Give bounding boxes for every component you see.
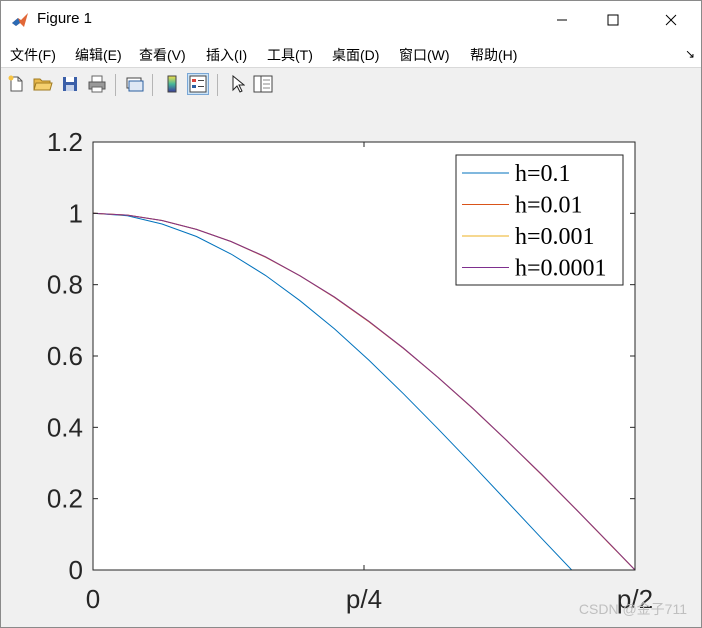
legend[interactable]: h=0.1 h=0.01 h=0.001 h=0.0001: [455, 154, 624, 286]
new-figure-button[interactable]: [5, 73, 27, 95]
close-icon: [665, 14, 677, 26]
menu-help[interactable]: 帮助(H): [470, 45, 517, 65]
y-tick-label: 0: [69, 555, 83, 585]
legend-label: h=0.1: [515, 161, 571, 187]
property-editor-icon: [253, 75, 273, 93]
link-plot-button[interactable]: [124, 73, 146, 95]
print-icon: [88, 75, 106, 93]
menu-view[interactable]: 查看(V): [139, 45, 186, 65]
menu-bar: 文件(F) 编辑(E) 查看(V) 插入(I) 工具(T) 桌面(D) 窗口(W…: [1, 39, 701, 67]
open-file-button[interactable]: [32, 73, 54, 95]
property-editor-button[interactable]: [252, 73, 274, 95]
open-file-icon: [33, 78, 53, 91]
pointer-button[interactable]: [226, 73, 248, 95]
toolbar-separator: [152, 74, 153, 96]
new-figure-icon: [8, 75, 23, 92]
save-icon: [63, 77, 77, 91]
legend-button[interactable]: [187, 73, 209, 95]
y-tick-label: 0.4: [47, 412, 83, 442]
title-bar[interactable]: Figure 1: [1, 1, 701, 39]
legend-icon: [189, 75, 207, 93]
print-button[interactable]: [86, 73, 108, 95]
figure-window: Figure 1 文件(F) 编辑(E) 查看(V) 插入(I) 工具(T) 桌…: [0, 0, 702, 628]
pointer-icon: [232, 75, 245, 93]
menu-tools[interactable]: 工具(T): [267, 45, 313, 65]
x-tick-label: 0: [86, 584, 100, 614]
y-tick-label: 0.2: [47, 484, 83, 514]
y-tick-label: 0.6: [47, 341, 83, 371]
menu-edit[interactable]: 编辑(E): [75, 45, 122, 65]
link-plot-icon: [126, 77, 144, 92]
x-tick-label: p/4: [346, 584, 382, 614]
menu-file[interactable]: 文件(F): [10, 45, 56, 65]
toolbar-separator: [115, 74, 116, 96]
colorbar-button[interactable]: [161, 73, 183, 95]
menu-desktop[interactable]: 桌面(D): [332, 45, 379, 65]
window-title: Figure 1: [37, 10, 93, 27]
menu-window[interactable]: 窗口(W): [399, 45, 450, 65]
legend-label: h=0.01: [515, 193, 583, 219]
maximize-button[interactable]: [590, 1, 636, 39]
minimize-button[interactable]: [539, 1, 585, 39]
maximize-icon: [607, 14, 619, 26]
minimize-icon: [557, 19, 567, 21]
save-button[interactable]: [59, 73, 81, 95]
dock-arrow-icon[interactable]: ↘: [685, 47, 695, 61]
y-tick-label: 0.8: [47, 270, 83, 300]
toolbar-separator: [217, 74, 218, 96]
legend-label: h=0.001: [515, 224, 595, 250]
line-plot[interactable]: 00.20.40.60.811.20 p/4 p/2 h=0.1h=0.01h=0.…: [1, 102, 701, 627]
watermark: CSDN @金子711: [578, 601, 687, 617]
menu-insert[interactable]: 插入(I): [206, 45, 247, 65]
toolbar: [1, 67, 701, 103]
matlab-logo-icon: [12, 13, 28, 27]
y-tick-label: 1.2: [47, 127, 83, 157]
close-button[interactable]: [648, 1, 694, 39]
y-tick-label: 1: [69, 198, 83, 228]
colorbar-icon: [167, 75, 177, 93]
legend-label: h=0.0001: [515, 256, 607, 282]
figure-canvas: 0 0.2 0.4 0.6 0.8 1 1.2 0 p/4 p/2 h=0.1 h=0.01 h=0.…: [1, 102, 701, 627]
